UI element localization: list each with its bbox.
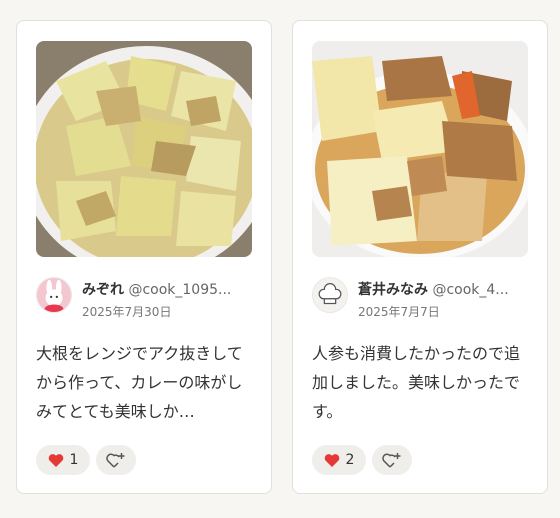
review-card[interactable]: 蒼井みなみ @cook_4... 2025年7月7日 人参も消費したかったので追… xyxy=(292,20,548,494)
add-reaction-button[interactable] xyxy=(96,445,136,475)
chef-hat-avatar-icon[interactable] xyxy=(312,277,348,313)
post-date: 2025年7月7日 xyxy=(358,305,440,319)
like-count: 2 xyxy=(345,452,355,468)
review-comment: 人参も消費したかったので追加しました。美味しかったです。 xyxy=(312,344,521,421)
tsukurepo-grid: みぞれ @cook_1095... 2025年7月30日 大根をレンジでアク抜き… xyxy=(0,0,560,518)
heart-plus-icon xyxy=(382,453,401,468)
like-button[interactable]: 2 xyxy=(312,445,366,475)
like-button[interactable]: 1 xyxy=(36,445,90,475)
author-line[interactable]: みぞれ @cook_1095... xyxy=(82,279,257,301)
author-line[interactable]: 蒼井みなみ @cook_4... xyxy=(358,279,533,301)
review-comment: 大根をレンジでアク抜きしてから作って、カレーの味がしみてとても美味しか… xyxy=(36,344,243,421)
review-card[interactable]: みぞれ @cook_1095... 2025年7月30日 大根をレンジでアク抜き… xyxy=(16,20,272,494)
like-count: 1 xyxy=(69,452,79,468)
heart-icon xyxy=(48,453,63,467)
dish-photo[interactable] xyxy=(312,41,528,257)
author-id[interactable]: @cook_4... xyxy=(432,282,508,298)
heart-icon xyxy=(324,453,339,467)
author-name[interactable]: 蒼井みなみ xyxy=(358,282,428,298)
author-name[interactable]: みぞれ xyxy=(82,282,124,298)
heart-plus-icon xyxy=(106,453,125,468)
author-info: みぞれ @cook_1095... 2025年7月30日 xyxy=(36,277,257,321)
rabbit-avatar-icon[interactable] xyxy=(36,277,72,313)
author-info: 蒼井みなみ @cook_4... 2025年7月7日 xyxy=(312,277,533,321)
add-reaction-button[interactable] xyxy=(372,445,412,475)
author-id[interactable]: @cook_1095... xyxy=(128,282,231,298)
dish-photo[interactable] xyxy=(36,41,252,257)
post-date: 2025年7月30日 xyxy=(82,305,172,319)
